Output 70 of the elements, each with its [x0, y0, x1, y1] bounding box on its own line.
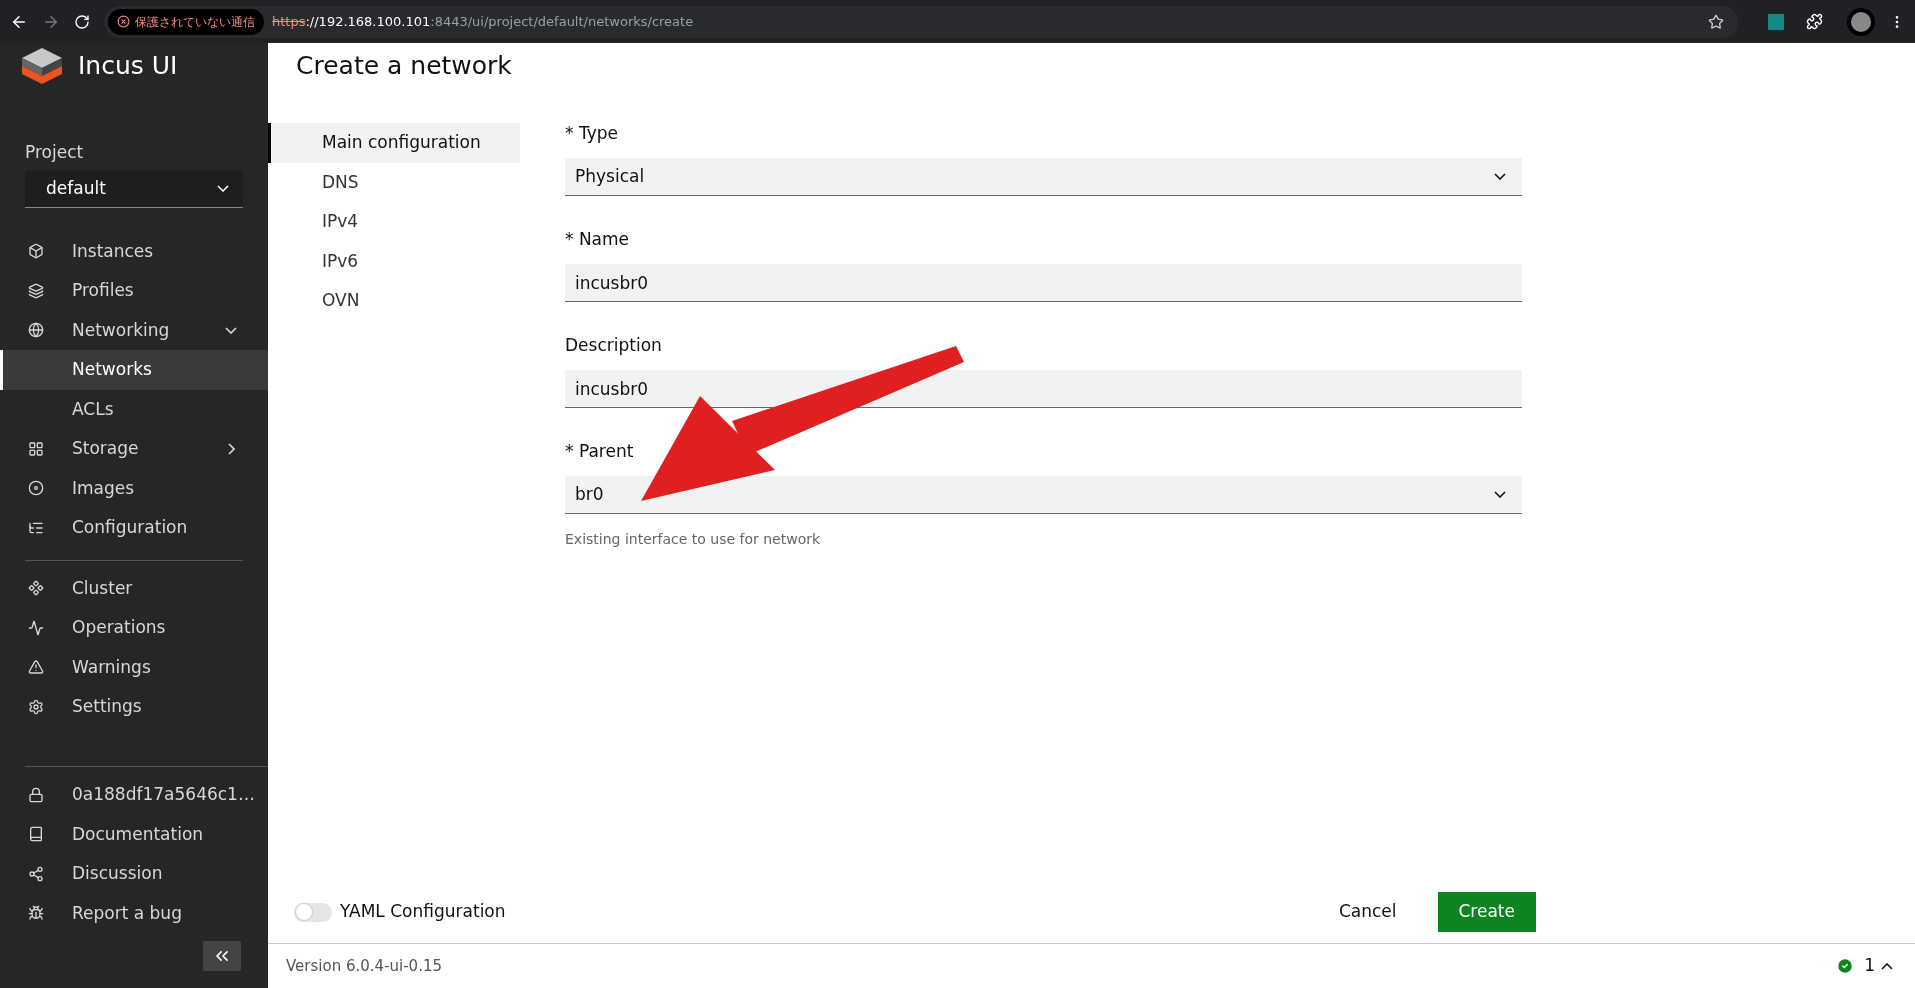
security-label: 保護されていない通信 — [135, 13, 255, 31]
nav-item[interactable]: Profiles — [0, 271, 268, 311]
yaml-toggle[interactable] — [294, 902, 332, 922]
version-text: Version 6.0.4-ui-0.15 — [286, 955, 442, 977]
book-icon — [28, 826, 44, 843]
nav-item[interactable]: Instances — [0, 231, 268, 271]
nav-item[interactable]: Images — [0, 468, 268, 508]
collapse-button[interactable] — [203, 941, 241, 971]
project-label: Project — [24, 141, 85, 164]
share-icon — [28, 865, 44, 882]
cube-icon — [28, 243, 44, 260]
field-label: * Name — [565, 229, 631, 249]
security-chip[interactable]: 保護されていない通信 — [108, 8, 264, 35]
section-tab[interactable]: IPv6 — [268, 241, 520, 281]
check-icon — [1836, 957, 1855, 975]
avatar-icon[interactable] — [1847, 7, 1875, 36]
reload-icon[interactable] — [74, 13, 90, 30]
address-bar[interactable]: 保護されていない通信 https://192.168.100.101:8443/ui/project/default/networks/create — [104, 5, 1738, 38]
status-count: 1 — [1864, 954, 1875, 978]
section-tab[interactable]: OVN — [268, 281, 520, 321]
nav-item[interactable]: Warnings — [0, 647, 268, 687]
section-tab[interactable]: Main configuration — [268, 123, 520, 163]
nav-item[interactable]: Operations — [0, 608, 268, 648]
nav-item[interactable]: Discussion — [0, 854, 268, 894]
select-field[interactable]: Physical — [565, 158, 1522, 196]
nav-item[interactable]: Networking — [0, 310, 268, 350]
field-label: * Type — [565, 123, 619, 143]
lock-icon — [28, 786, 44, 803]
nav-item[interactable]: Storage — [0, 429, 268, 469]
nav-item[interactable]: Settings — [0, 687, 268, 727]
nav-item[interactable]: Configuration — [0, 508, 268, 548]
logo-text: Incus UI — [78, 50, 178, 83]
project-select[interactable]: default — [25, 170, 243, 208]
logo-icon — [20, 46, 64, 86]
disc-icon — [28, 480, 44, 497]
cancel-button[interactable]: Cancel — [1317, 892, 1418, 932]
field-label: Description — [565, 335, 663, 355]
url-text: https://192.168.100.101:8443/ui/project/default/networks/create — [272, 12, 694, 31]
grid-icon — [28, 440, 44, 457]
chevron-down-icon — [1494, 173, 1506, 180]
nav-item[interactable]: Documentation — [0, 814, 268, 854]
section-tab[interactable]: IPv4 — [268, 202, 520, 242]
settings-icon — [28, 698, 44, 715]
page-title: Create a network — [295, 50, 513, 83]
nav-item[interactable]: 0a188df17a5646c1… — [0, 775, 268, 815]
chevron-down-icon — [1494, 491, 1506, 498]
nav-item[interactable]: ACLs — [0, 389, 268, 429]
text-field[interactable]: incusbr0 — [565, 370, 1522, 408]
toggle-label: YAML Configuration — [340, 900, 506, 924]
select-field[interactable]: br0 — [565, 476, 1522, 514]
help-text: Existing interface to use for network — [565, 530, 822, 549]
chevron-up-icon — [1881, 962, 1893, 970]
field-label: * Parent — [565, 441, 635, 461]
star-icon[interactable] — [1708, 13, 1724, 30]
nav-item[interactable]: Networks — [0, 350, 268, 390]
bug-icon — [28, 905, 44, 922]
circles-icon — [28, 580, 44, 597]
chevron-down-icon — [217, 185, 229, 192]
warning-icon — [117, 15, 130, 28]
extension-icon[interactable] — [1768, 13, 1784, 30]
section-tab[interactable]: DNS — [268, 162, 520, 202]
globe-icon — [28, 322, 44, 339]
layers-icon — [28, 282, 44, 299]
warning-icon — [28, 659, 44, 676]
pulse-icon — [28, 619, 44, 636]
create-button[interactable]: Create — [1437, 892, 1536, 932]
text-field[interactable]: incusbr0 — [565, 264, 1522, 302]
nav-item[interactable]: Report a bug — [0, 893, 268, 933]
nav-item[interactable]: Cluster — [0, 568, 268, 608]
puzzle-icon[interactable] — [1806, 13, 1823, 30]
